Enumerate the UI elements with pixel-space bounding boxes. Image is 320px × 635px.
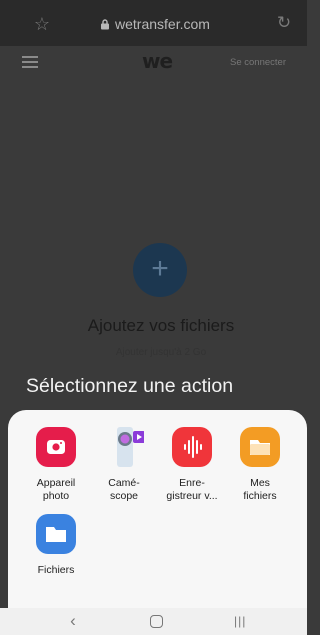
camcorder-icon <box>104 427 145 467</box>
my-files-icon <box>240 427 280 467</box>
address-bar[interactable]: wetransfer.com <box>100 14 240 34</box>
wetransfer-logo[interactable]: we <box>142 50 182 72</box>
app-label: Appareil photo <box>36 477 76 502</box>
app-label: Camé- scope <box>108 477 140 502</box>
hamburger-menu-icon[interactable] <box>22 56 38 70</box>
voice-recorder-icon <box>172 427 212 467</box>
browser-bar: ☆ wetransfer.com ↻ <box>0 0 307 46</box>
app-label: Fichiers <box>37 564 75 576</box>
action-sheet: Appareil photo Camé- scope Enre- gistreu <box>8 410 307 608</box>
app-files[interactable]: Fichiers <box>24 514 88 577</box>
navigation-bar: ‹ ||| <box>0 608 307 635</box>
app-label: Mes fichiers <box>243 477 277 502</box>
action-sheet-title: Sélectionnez une action <box>26 375 234 397</box>
url-text: wetransfer.com <box>115 16 210 32</box>
app-label: Enre- gistreur v... <box>166 477 218 502</box>
home-icon[interactable] <box>150 615 163 628</box>
app-my-files[interactable]: Mes fichiers <box>228 427 292 503</box>
app-voice-recorder[interactable]: Enre- gistreur v... <box>160 427 224 503</box>
lock-icon <box>101 19 109 30</box>
recent-apps-icon[interactable]: ||| <box>234 614 248 628</box>
add-files-button[interactable]: + <box>133 243 187 297</box>
add-files-subtitle: Ajouter jusqu'à 2 Go <box>115 347 207 358</box>
camera-icon <box>36 427 76 467</box>
sign-in-link[interactable]: Se connecter <box>230 56 305 70</box>
reload-icon[interactable]: ↻ <box>274 13 294 33</box>
files-icon <box>36 514 76 554</box>
star-icon[interactable]: ☆ <box>32 14 52 34</box>
add-files-title: Ajoutez vos fichiers <box>87 316 235 335</box>
back-icon[interactable]: ‹ <box>66 612 80 630</box>
app-camera[interactable]: Appareil photo <box>24 427 88 503</box>
app-camcorder[interactable]: Camé- scope <box>92 427 156 503</box>
